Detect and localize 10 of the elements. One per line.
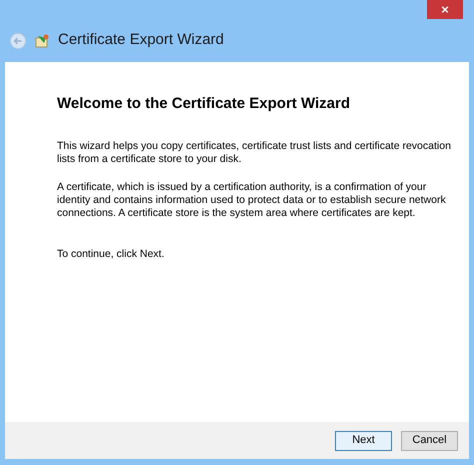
- close-button[interactable]: ×: [427, 0, 463, 19]
- dialog-button[interactable]: Next: [335, 430, 392, 450]
- paragraph: To continue, click Next.: [57, 248, 166, 261]
- window-title: Certificate Export Wizard: [58, 30, 224, 50]
- certificate-icon: [34, 32, 50, 48]
- wizard-heading: Welcome to the Certificate Export Wizard: [57, 95, 351, 113]
- paragraph: This wizard helps you copy certificates, certificate trust lists and certificate revocation lists from a certificate store to your disk.: [57, 140, 451, 166]
- dialog-button[interactable]: Cancel: [401, 430, 458, 450]
- paragraph: A certificate, which is issued by a certification authority, is a confirmation of your identity and contains information used to protect data or to establish secure network connections. A certificate store is the system area where certificates are kept.: [57, 181, 447, 220]
- back-icon[interactable]: [10, 32, 26, 48]
